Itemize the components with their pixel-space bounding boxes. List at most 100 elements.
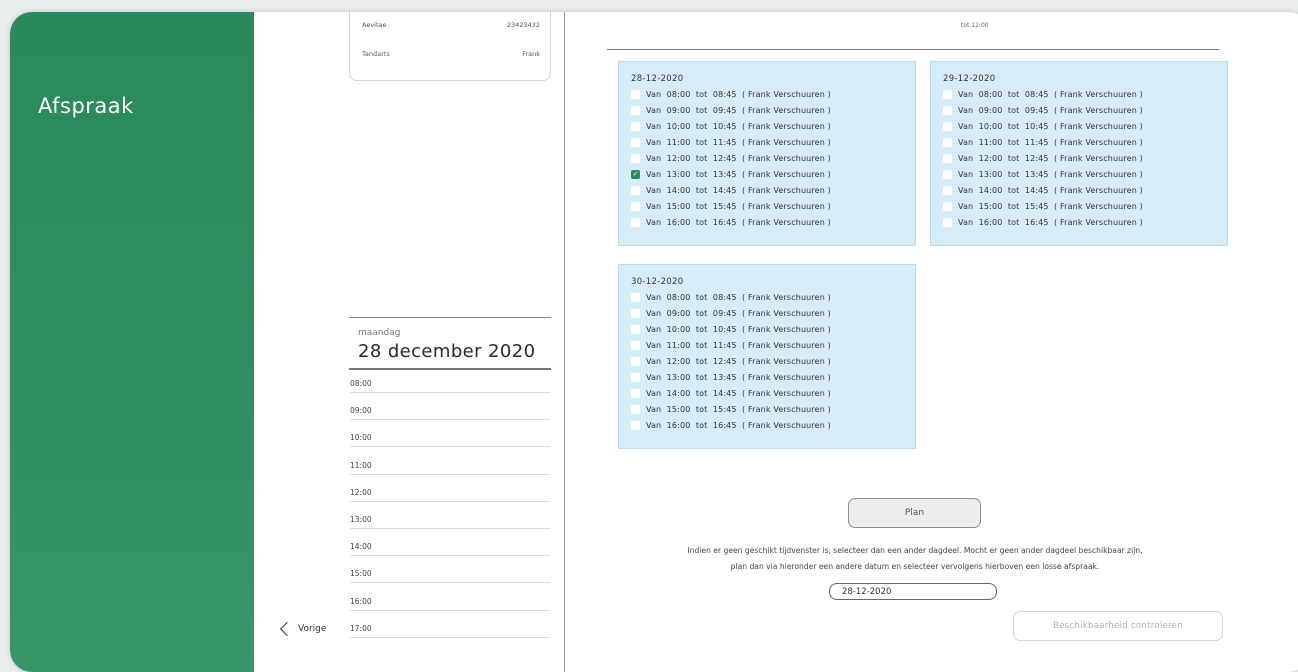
info-label: Tandarts: [362, 50, 390, 58]
time-slot-option[interactable]: Van 09:00 tot 09:45 ( Frank Verschuuren …: [943, 102, 1227, 118]
checkbox-icon[interactable]: [943, 185, 952, 195]
time-slot-option[interactable]: Van 11:00 tot 11:45 ( Frank Verschuuren …: [943, 134, 1227, 150]
checkbox-icon[interactable]: [631, 372, 640, 382]
plan-button[interactable]: Plan: [848, 498, 981, 528]
time-slot-label: Van 13:00 tot 13:45 ( Frank Verschuuren …: [646, 372, 831, 382]
time-slot-option[interactable]: Van 12:00 tot 12:45 ( Frank Verschuuren …: [943, 150, 1227, 166]
time-slot-option[interactable]: Van 11:00 tot 11:45 ( Frank Verschuuren …: [631, 134, 915, 150]
time-slot-label: Van 11:00 tot 11:45 ( Frank Verschuuren …: [958, 137, 1143, 147]
hour-row[interactable]: 11:00: [350, 461, 550, 475]
top-divider: [607, 49, 1219, 50]
hour-row[interactable]: 08:00: [350, 379, 550, 393]
slot-group: 28-12-2020 Van 08:00 tot 08:45 ( Frank Ve…: [618, 61, 916, 246]
time-slot-option[interactable]: ✓ Van 13:00 tot 13:45 ( Frank Verschuuren…: [631, 166, 915, 182]
time-slot-label: Van 12:00 tot 12:45 ( Frank Verschuuren …: [646, 356, 831, 366]
checkbox-icon[interactable]: [943, 217, 952, 227]
day-panel: Aevitae 23423432 Tandarts Frank maandag …: [254, 12, 564, 672]
time-slot-label: Van 10:00 tot 10:45 ( Frank Verschuuren …: [646, 324, 831, 334]
checkbox-checked-icon[interactable]: ✓: [631, 169, 640, 179]
hour-label: 12:00: [350, 487, 372, 497]
checkbox-icon[interactable]: [631, 292, 640, 302]
previous-button[interactable]: Vorige: [278, 621, 326, 637]
hour-row[interactable]: 14:00: [350, 542, 550, 557]
time-slot-label: Van 14:00 tot 14:45 ( Frank Verschuuren …: [958, 185, 1143, 195]
time-slot-option[interactable]: Van 08:00 tot 08:45 ( Frank Verschuuren …: [631, 289, 915, 305]
info-value: Frank: [522, 50, 540, 58]
time-slot-option[interactable]: Van 16:00 tot 16:45 ( Frank Verschuuren …: [631, 214, 915, 230]
day-date: 28 december 2020: [358, 341, 536, 362]
time-slot-label: Van 15:00 tot 15:45 ( Frank Verschuuren …: [958, 201, 1143, 211]
time-slot-option[interactable]: Van 11:00 tot 11:45 ( Frank Verschuuren …: [631, 337, 915, 353]
checkbox-icon[interactable]: [631, 121, 640, 131]
checkbox-icon[interactable]: [631, 201, 640, 211]
time-slot-option[interactable]: Van 12:00 tot 12:45 ( Frank Verschuuren …: [631, 150, 915, 166]
time-slot-option[interactable]: Van 15:00 tot 15:45 ( Frank Verschuuren …: [631, 401, 915, 417]
checkbox-icon[interactable]: [943, 89, 952, 99]
checkbox-icon[interactable]: [631, 356, 640, 366]
time-slot-option[interactable]: Van 14:00 tot 14:45 ( Frank Verschuuren …: [631, 385, 915, 401]
time-slot-label: Van 11:00 tot 11:45 ( Frank Verschuuren …: [646, 340, 831, 350]
checkbox-icon[interactable]: [631, 340, 640, 350]
check-availability-button[interactable]: Beschikbaarheid controleren: [1013, 611, 1223, 641]
hour-row[interactable]: 16:00: [350, 597, 550, 611]
time-slot-option[interactable]: Van 08:00 tot 08:45 ( Frank Verschuuren …: [943, 86, 1227, 102]
time-slot-label: Van 13:00 tot 13:45 ( Frank Verschuuren …: [646, 169, 831, 179]
notice-line-1: Indien er geen geschikt tijdvenster is, …: [687, 546, 1143, 555]
checkbox-icon[interactable]: [631, 420, 640, 430]
hour-row[interactable]: 10:00: [350, 433, 550, 448]
time-slot-label: Van 15:00 tot 15:45 ( Frank Verschuuren …: [646, 404, 831, 414]
checkbox-icon[interactable]: [631, 105, 640, 115]
sidebar: Afspraak: [10, 12, 254, 672]
notice-text: Indien er geen geschikt tijdvenster is, …: [595, 543, 1235, 575]
checkbox-icon[interactable]: [631, 137, 640, 147]
checkbox-icon[interactable]: [631, 324, 640, 334]
hour-row[interactable]: 17:00: [350, 624, 550, 638]
checkbox-icon[interactable]: [631, 153, 640, 163]
time-slot-option[interactable]: Van 16:00 tot 16:45 ( Frank Verschuuren …: [631, 417, 915, 433]
hour-row[interactable]: 15:00: [350, 569, 550, 584]
checkbox-icon[interactable]: [631, 404, 640, 414]
time-slot-label: Van 10:00 tot 10:45 ( Frank Verschuuren …: [646, 121, 831, 131]
day-header-rule: [349, 317, 551, 318]
time-slot-option[interactable]: Van 15:00 tot 15:45 ( Frank Verschuuren …: [943, 198, 1227, 214]
time-slot-label: Van 14:00 tot 14:45 ( Frank Verschuuren …: [646, 388, 831, 398]
time-slot-option[interactable]: Van 09:00 tot 09:45 ( Frank Verschuuren …: [631, 305, 915, 321]
hour-row[interactable]: 12:00: [350, 488, 550, 502]
hour-label: 14:00: [350, 542, 372, 552]
hour-row[interactable]: 13:00: [350, 515, 550, 529]
checkbox-icon[interactable]: [943, 121, 952, 131]
time-slot-option[interactable]: Van 13:00 tot 13:45 ( Frank Verschuuren …: [943, 166, 1227, 182]
checkbox-icon[interactable]: [943, 105, 952, 115]
checkbox-icon[interactable]: [943, 201, 952, 211]
time-slot-option[interactable]: Van 14:00 tot 14:45 ( Frank Verschuuren …: [631, 182, 915, 198]
checkbox-icon[interactable]: [631, 388, 640, 398]
slot-group-date: 28-12-2020: [631, 74, 684, 84]
time-slot-label: Van 12:00 tot 12:45 ( Frank Verschuuren …: [646, 153, 831, 163]
checkbox-icon[interactable]: [631, 185, 640, 195]
time-slot-option[interactable]: Van 12:00 tot 12:45 ( Frank Verschuuren …: [631, 353, 915, 369]
checkbox-icon[interactable]: [943, 137, 952, 147]
hour-label: 16:00: [350, 596, 372, 606]
hour-row[interactable]: 09:00: [350, 406, 550, 421]
time-slot-label: Van 14:00 tot 14:45 ( Frank Verschuuren …: [646, 185, 831, 195]
time-slot-label: Van 09:00 tot 09:45 ( Frank Verschuuren …: [646, 105, 831, 115]
time-slot-label: Van 16:00 tot 16:45 ( Frank Verschuuren …: [646, 217, 831, 227]
time-slot-option[interactable]: Van 15:00 tot 15:45 ( Frank Verschuuren …: [631, 198, 915, 214]
info-label: Aevitae: [362, 21, 387, 29]
checkbox-icon[interactable]: [943, 153, 952, 163]
time-slot-option[interactable]: Van 14:00 tot 14:45 ( Frank Verschuuren …: [943, 182, 1227, 198]
slot-group: 30-12-2020 Van 08:00 tot 08:45 ( Frank Ve…: [618, 264, 916, 449]
hour-label: 15:00: [350, 569, 372, 579]
checkbox-icon[interactable]: [631, 308, 640, 318]
checkbox-icon[interactable]: [943, 169, 952, 179]
time-slot-option[interactable]: Van 08:00 tot 08:45 ( Frank Verschuuren …: [631, 86, 915, 102]
time-slot-option[interactable]: Van 13:00 tot 13:45 ( Frank Verschuuren …: [631, 369, 915, 385]
time-slot-option[interactable]: Van 10:00 tot 10:45 ( Frank Verschuuren …: [631, 118, 915, 134]
date-input[interactable]: 28-12-2020: [829, 583, 997, 600]
checkbox-icon[interactable]: [631, 217, 640, 227]
time-slot-option[interactable]: Van 10:00 tot 10:45 ( Frank Verschuuren …: [631, 321, 915, 337]
time-slot-option[interactable]: Van 09:00 tot 09:45 ( Frank Verschuuren …: [631, 102, 915, 118]
checkbox-icon[interactable]: [631, 89, 640, 99]
time-slot-option[interactable]: Van 10:00 tot 10:45 ( Frank Verschuuren …: [943, 118, 1227, 134]
time-slot-option[interactable]: Van 16:00 tot 16:45 ( Frank Verschuuren …: [943, 214, 1227, 230]
